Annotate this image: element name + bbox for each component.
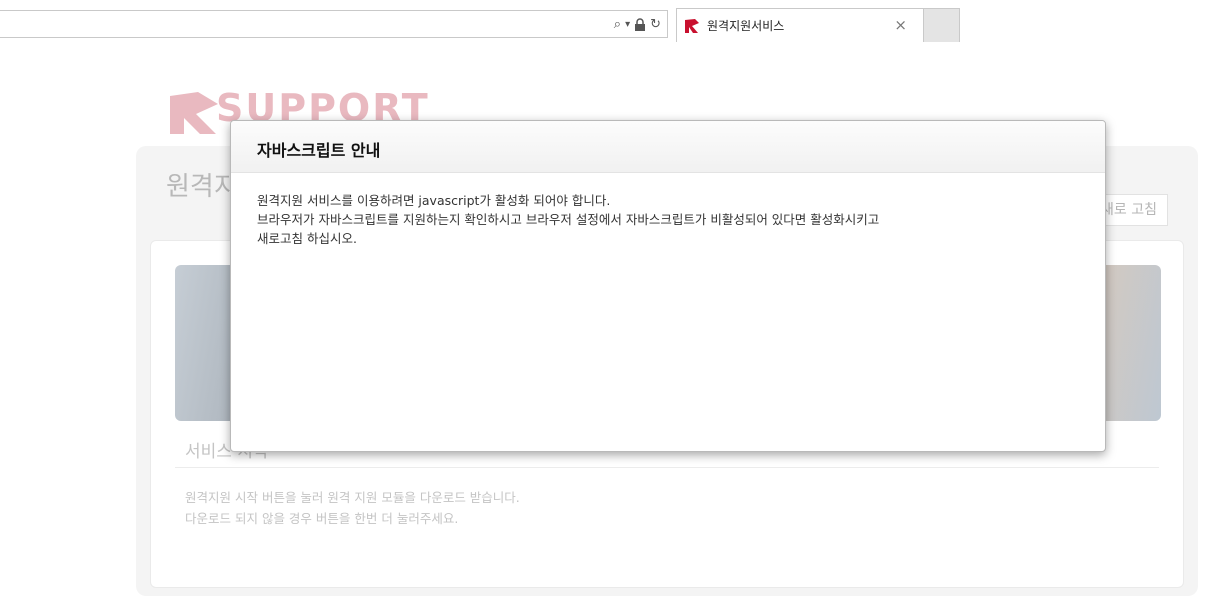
service-description: 원격지원 시작 버튼을 눌러 원격 지원 모듈을 다운로드 받습니다. 다운로드…: [185, 487, 520, 529]
rsupport-r-icon: [170, 92, 218, 134]
refresh-icon[interactable]: ↻: [650, 15, 661, 35]
tab-title: 원격지원서비스: [707, 19, 785, 33]
description-line-2: 다운로드 되지 않을 경우 버튼을 한번 더 눌러주세요.: [185, 511, 459, 526]
card-divider: [175, 467, 1159, 468]
javascript-notice-dialog: 자바스크립트 안내 원격지원 서비스를 이용하려면 javascript가 활성…: [230, 120, 1106, 452]
browser-tab-active[interactable]: 원격지원서비스 ×: [676, 8, 924, 42]
dialog-line-1: 원격지원 서비스를 이용하려면 javascript가 활성화 되어야 합니다.: [257, 193, 611, 208]
dialog-header: 자바스크립트 안내: [231, 121, 1105, 173]
dialog-line-2: 브라우저가 자바스크립트를 지원하는지 확인하시고 브라우저 설정에서 자바스크…: [257, 212, 880, 227]
browser-chrome: ⌕ ▾ ↻ 원격지원서비스 ×: [0, 0, 1226, 44]
dialog-body: 원격지원 서비스를 이용하려면 javascript가 활성화 되어야 합니다.…: [257, 191, 1097, 248]
lock-icon[interactable]: [634, 18, 646, 32]
dialog-title: 자바스크립트 안내: [257, 141, 381, 160]
dialog-line-3: 새로고침 하십시오.: [257, 231, 357, 246]
chevron-down-icon[interactable]: ▾: [625, 15, 630, 35]
description-line-1: 원격지원 시작 버튼을 눌러 원격 지원 모듈을 다운로드 받습니다.: [185, 490, 520, 505]
address-bar-icons: ⌕ ▾ ↻: [614, 15, 661, 35]
close-tab-icon[interactable]: ×: [894, 17, 907, 33]
new-tab-button[interactable]: [924, 8, 960, 42]
rsupport-logo-icon: [685, 19, 699, 33]
address-bar[interactable]: ⌕ ▾ ↻: [0, 10, 668, 38]
search-icon[interactable]: ⌕: [614, 15, 621, 35]
